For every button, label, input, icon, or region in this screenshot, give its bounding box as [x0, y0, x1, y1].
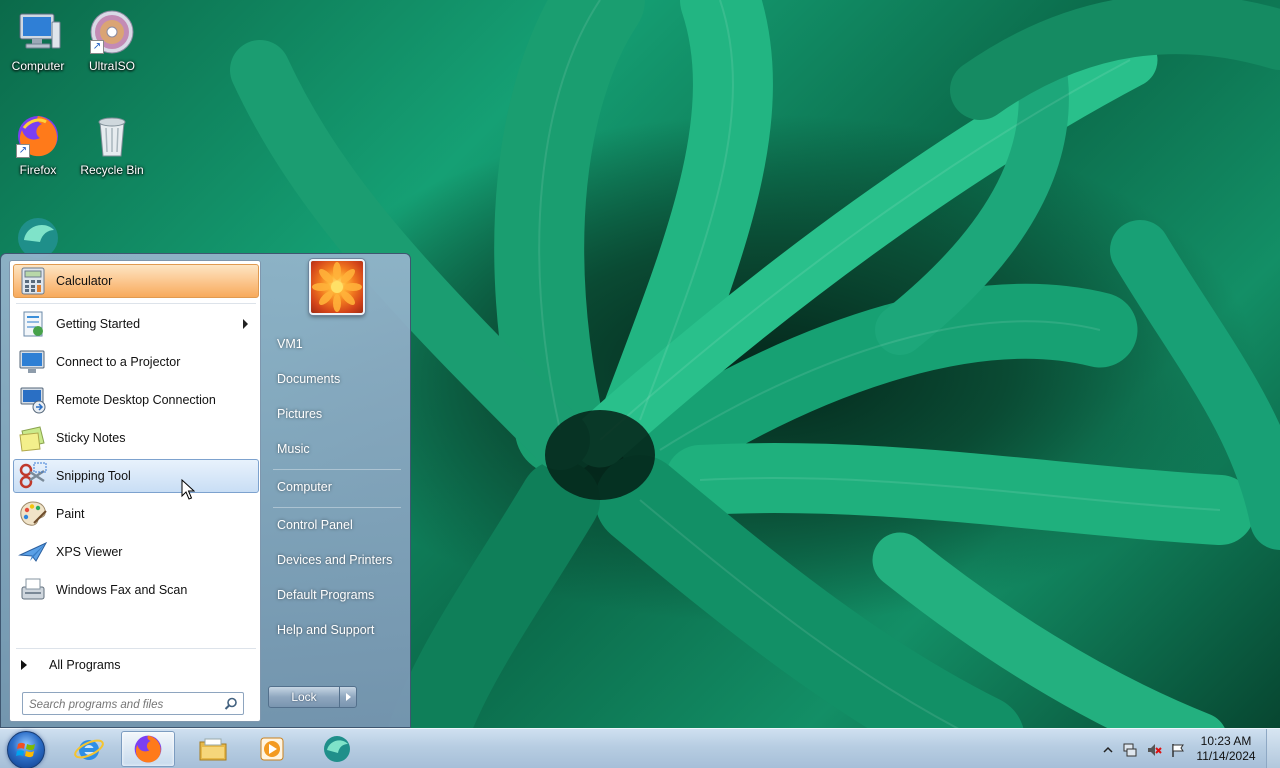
program-label: XPS Viewer [56, 545, 123, 559]
search-icon[interactable] [224, 697, 238, 711]
taskbar-internet-explorer[interactable] [62, 731, 116, 767]
program-snipping-tool[interactable]: Snipping Tool [13, 459, 259, 493]
calculator-icon [18, 266, 48, 296]
disc-icon: ↗ [88, 8, 136, 56]
program-label: Windows Fax and Scan [56, 583, 188, 597]
desktop-icon-computer[interactable]: Computer [0, 8, 76, 73]
all-programs-separator [16, 648, 256, 649]
sticky-notes-icon [18, 423, 48, 453]
lock-button[interactable]: Lock [268, 686, 340, 708]
start-button[interactable] [7, 731, 45, 768]
places-devices-and-printers[interactable]: Devices and Printers [269, 546, 405, 574]
network-icon[interactable] [1122, 742, 1138, 758]
places-documents[interactable]: Documents [269, 365, 405, 393]
taskbar: 10:23 AM 11/14/2024 [0, 728, 1280, 768]
projector-icon [18, 347, 48, 377]
program-label: Paint [56, 507, 85, 521]
places-separator [273, 507, 401, 508]
clock-date: 11/14/2024 [1196, 749, 1256, 763]
search-programs-input[interactable] [22, 692, 244, 715]
desktop-icon-label: UltraISO [88, 59, 135, 73]
recycle-bin-icon [88, 112, 136, 160]
shortcut-arrow-icon: ↗ [90, 40, 104, 54]
system-clock[interactable]: 10:23 AM 11/14/2024 [1192, 734, 1260, 764]
getting-started-icon [18, 309, 48, 339]
mouse-cursor-icon [181, 479, 195, 500]
user-picture-flower[interactable] [309, 259, 365, 315]
places-music[interactable]: Music [269, 435, 405, 463]
show-hidden-icons-icon[interactable] [1100, 742, 1116, 758]
xps-viewer-icon [18, 537, 48, 567]
program-getting-started[interactable]: Getting Started [13, 307, 259, 341]
lock-label: Lock [291, 690, 317, 704]
start-menu-places-pane: VM1 Documents Pictures Music Computer Co… [263, 254, 411, 729]
program-label: Remote Desktop Connection [56, 393, 216, 407]
action-center-flag-icon[interactable] [1170, 742, 1186, 758]
desktop-icon-label: Firefox [19, 163, 57, 177]
scissors-icon [18, 461, 48, 491]
taskbar-file-explorer[interactable] [186, 731, 240, 767]
show-desktop-button[interactable] [1266, 729, 1280, 768]
desktop-icon-label: Computer [11, 59, 65, 73]
paint-palette-icon [18, 499, 48, 529]
power-options-button[interactable] [339, 686, 357, 708]
start-menu: Calculator Getting Started Connect to a … [0, 253, 411, 728]
all-programs-label: All Programs [49, 658, 121, 672]
start-menu-programs-pane: Calculator Getting Started Connect to a … [9, 260, 261, 722]
places-pictures[interactable]: Pictures [269, 400, 405, 428]
places-computer[interactable]: Computer [269, 473, 405, 501]
places-help-and-support[interactable]: Help and Support [269, 616, 405, 644]
places-separator [273, 469, 401, 470]
desktop-icon-label: Recycle Bin [80, 163, 144, 177]
desktop-icon-recycle-bin[interactable]: Recycle Bin [74, 112, 150, 177]
places-default-programs[interactable]: Default Programs [269, 581, 405, 609]
taskbar-app[interactable] [310, 731, 364, 767]
firefox-icon: ↗ [14, 112, 62, 160]
program-paint[interactable]: Paint [13, 497, 259, 531]
volume-muted-icon[interactable] [1146, 742, 1162, 758]
media-player-icon [260, 737, 284, 761]
remote-desktop-icon [18, 385, 48, 415]
places-control-panel[interactable]: Control Panel [269, 511, 405, 539]
chevron-right-icon [345, 693, 351, 701]
program-calculator[interactable]: Calculator [13, 264, 259, 298]
program-label: Sticky Notes [56, 431, 126, 445]
program-sticky-notes[interactable]: Sticky Notes [13, 421, 259, 455]
program-label: Calculator [56, 274, 113, 288]
internet-explorer-icon [74, 739, 104, 760]
pinned-separator [16, 303, 256, 304]
firefox-icon [134, 735, 162, 763]
program-xps-viewer[interactable]: XPS Viewer [13, 535, 259, 569]
program-connect-to-projector[interactable]: Connect to a Projector [13, 345, 259, 379]
desktop-icon-ultraiso[interactable]: ↗ UltraISO [74, 8, 150, 73]
expand-arrow-icon [21, 660, 27, 670]
program-label: Getting Started [56, 317, 141, 331]
computer-icon [14, 8, 62, 56]
windows-logo-icon [16, 742, 35, 758]
desktop-icon-firefox[interactable]: ↗ Firefox [0, 112, 76, 177]
places-user-vm1[interactable]: VM1 [269, 330, 405, 358]
program-label: Connect to a Projector [56, 355, 181, 369]
app-icon [324, 736, 350, 762]
clock-time: 10:23 AM [1200, 734, 1252, 748]
shortcut-arrow-icon: ↗ [16, 144, 30, 158]
taskbar-firefox[interactable] [121, 731, 175, 767]
file-explorer-icon [199, 738, 227, 761]
program-remote-desktop-connection[interactable]: Remote Desktop Connection [13, 383, 259, 417]
all-programs-button[interactable]: All Programs [18, 653, 254, 677]
taskbar-media-player[interactable] [245, 731, 299, 767]
program-label: Snipping Tool [56, 469, 131, 483]
fax-scanner-icon [18, 575, 48, 605]
submenu-arrow-icon[interactable] [243, 319, 248, 329]
program-windows-fax-and-scan[interactable]: Windows Fax and Scan [13, 573, 259, 607]
